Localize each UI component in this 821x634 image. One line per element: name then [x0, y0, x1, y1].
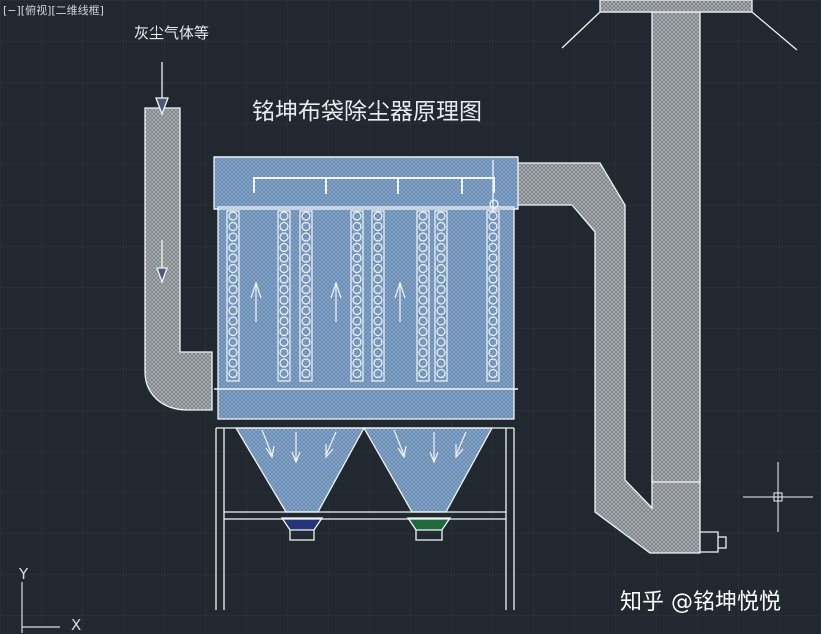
filter-housing[interactable] [213, 156, 519, 420]
watermark: 知乎 @铭坤悦悦 [620, 590, 781, 615]
drawing-title: 铭坤布袋除尘器原理图 [252, 99, 482, 125]
ucs-y-label: Y [19, 565, 29, 583]
viewport-controls-label[interactable]: [−][俯视][二维线框] [3, 2, 104, 18]
ucs-x-label: X [71, 616, 82, 634]
inlet-gas-label: 灰尘气体等 [134, 24, 210, 42]
ash-outlet-right [406, 517, 452, 531]
